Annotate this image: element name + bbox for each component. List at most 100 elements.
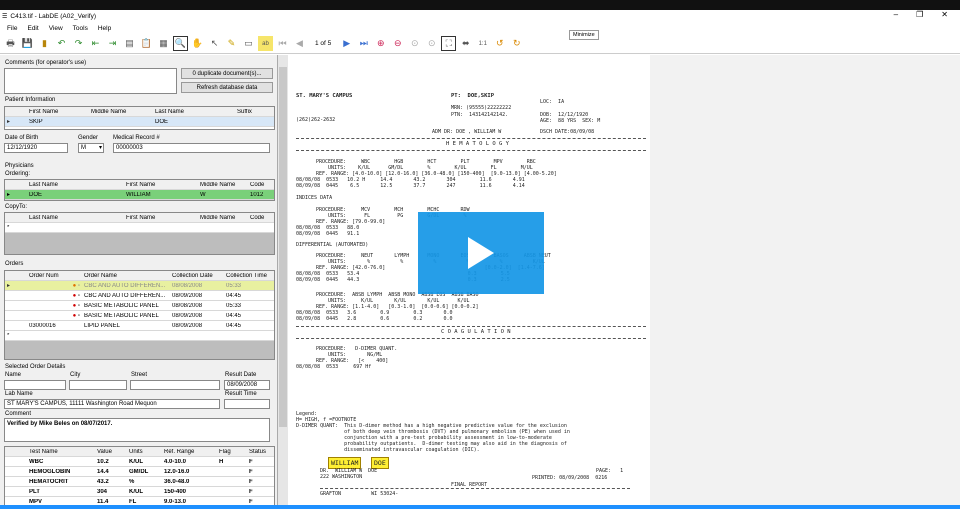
fit-page-icon[interactable]: ⛶ bbox=[441, 36, 457, 51]
print-icon[interactable]: 🖶 bbox=[3, 36, 18, 51]
patient-row[interactable]: ▸ SKIP DOE bbox=[5, 117, 274, 127]
order-date[interactable]: 08/09/2008 bbox=[170, 293, 224, 299]
phys-code[interactable]: 1012 bbox=[248, 192, 274, 198]
pan-hand-icon[interactable]: ✋ bbox=[190, 36, 205, 51]
order-date[interactable]: 08/08/2008 bbox=[170, 283, 224, 289]
menu-file[interactable]: File bbox=[7, 25, 17, 32]
test-units[interactable]: % bbox=[127, 479, 162, 485]
minimize-button[interactable]: – bbox=[894, 10, 898, 19]
order-name[interactable]: CBC AND AUTO DIFFEREN... bbox=[82, 293, 170, 299]
highlight-pen-icon[interactable]: ✎ bbox=[224, 36, 239, 51]
clipboard-icon[interactable]: 📋 bbox=[139, 36, 154, 51]
actual-size-icon[interactable]: 1:1 bbox=[475, 36, 490, 51]
document-icon[interactable]: ▤ bbox=[122, 36, 137, 51]
order-new-row[interactable]: * bbox=[5, 331, 274, 341]
zoom-window-icon[interactable]: 🔍 bbox=[173, 36, 188, 51]
patient-first-name[interactable]: SKIP bbox=[27, 119, 89, 125]
test-name[interactable]: HEMOGLOBIN bbox=[27, 469, 95, 475]
test-value[interactable]: 304 bbox=[95, 489, 127, 495]
phys-first[interactable]: WILLIAM bbox=[124, 192, 198, 198]
city-field[interactable] bbox=[69, 380, 127, 390]
next-invalid-icon[interactable]: ⇥ bbox=[105, 36, 120, 51]
test-units[interactable]: K/UL bbox=[127, 489, 162, 495]
gender-select[interactable]: M ▾ bbox=[78, 143, 104, 153]
next-page-icon[interactable]: ▶ bbox=[339, 36, 354, 51]
test-range[interactable]: 9.0-13.0 bbox=[162, 499, 217, 505]
test-row[interactable]: HEMOGLOBIN 14.4 GM/DL 12.0-16.0 F bbox=[5, 467, 274, 477]
refresh-database-button[interactable]: Refresh database data bbox=[181, 82, 273, 93]
dob-field[interactable]: 12/12/1920 bbox=[4, 143, 68, 153]
menu-edit[interactable]: Edit bbox=[27, 25, 38, 32]
rotate-left-icon[interactable]: ↺ bbox=[492, 36, 507, 51]
last-page-icon[interactable]: ⏭ bbox=[356, 36, 371, 51]
zoom-in-icon[interactable]: ⊕ bbox=[373, 36, 388, 51]
test-status[interactable]: F bbox=[247, 459, 274, 465]
mrn-field[interactable]: 00000003 bbox=[113, 143, 270, 153]
scrollbar-thumb[interactable] bbox=[279, 67, 287, 427]
test-range[interactable]: 12.0-16.0 bbox=[162, 469, 217, 475]
test-range[interactable]: 36.0-48.0 bbox=[162, 479, 217, 485]
order-row[interactable]: ● ▫ BASIC METABOLIC PANEL 08/08/2008 05:… bbox=[5, 301, 274, 311]
patient-last-name[interactable]: DOE bbox=[153, 119, 235, 125]
zoom-out-icon[interactable]: ⊖ bbox=[390, 36, 405, 51]
duplicate-documents-button[interactable]: 0 duplicate document(s)... bbox=[181, 68, 273, 79]
test-status[interactable]: F bbox=[247, 489, 274, 495]
test-name[interactable]: MPV bbox=[27, 499, 95, 505]
left-pane-scrollbar[interactable] bbox=[278, 55, 288, 509]
tag-icon[interactable]: ▮ bbox=[37, 36, 52, 51]
zoom-next-icon[interactable]: ⊙ bbox=[424, 36, 439, 51]
order-date[interactable]: 08/09/2008 bbox=[170, 313, 224, 319]
street-field[interactable] bbox=[130, 380, 220, 390]
test-range[interactable]: 150-400 bbox=[162, 489, 217, 495]
rotate-right-icon[interactable]: ↻ bbox=[509, 36, 524, 51]
rectangle-icon[interactable]: ▭ bbox=[241, 36, 256, 51]
order-time[interactable]: 04:45 bbox=[224, 323, 274, 329]
first-page-icon[interactable]: ⏮ bbox=[275, 36, 290, 51]
menu-help[interactable]: Help bbox=[98, 25, 111, 32]
order-name[interactable]: LIPID PANEL bbox=[82, 323, 170, 329]
test-status[interactable]: F bbox=[247, 499, 274, 505]
test-units[interactable]: GM/DL bbox=[127, 469, 162, 475]
order-row[interactable]: 03000016 LIPID PANEL 08/09/2008 04:45 bbox=[5, 321, 274, 331]
redo-icon[interactable]: ↷ bbox=[71, 36, 86, 51]
undo-icon[interactable]: ↶ bbox=[54, 36, 69, 51]
test-units[interactable]: K/UL bbox=[127, 459, 162, 465]
test-range[interactable]: 4.0-10.0 bbox=[162, 459, 217, 465]
save-icon[interactable]: 💾 bbox=[20, 36, 35, 51]
result-time-field[interactable] bbox=[224, 399, 270, 409]
test-row[interactable]: WBC 10.2 K/UL 4.0-10.0 H F bbox=[5, 457, 274, 467]
order-name[interactable]: CBC AND AUTO DIFFEREN... bbox=[82, 283, 170, 289]
test-status[interactable]: F bbox=[247, 469, 274, 475]
test-units[interactable]: FL bbox=[127, 499, 162, 505]
order-date[interactable]: 08/09/2008 bbox=[170, 323, 224, 329]
restore-button[interactable]: ❐ bbox=[916, 10, 923, 19]
phys-last[interactable]: DOE bbox=[27, 192, 124, 198]
fit-width-icon[interactable]: ⬌ bbox=[458, 36, 473, 51]
select-region-icon[interactable]: ▦ bbox=[156, 36, 171, 51]
test-name[interactable]: PLT bbox=[27, 489, 95, 495]
test-status[interactable]: F bbox=[247, 479, 274, 485]
test-value[interactable]: 14.4 bbox=[95, 469, 127, 475]
order-row[interactable]: ● ▫ BASIC METABOLIC PANEL 08/09/2008 04:… bbox=[5, 311, 274, 321]
test-value[interactable]: 11.4 bbox=[95, 499, 127, 505]
order-time[interactable]: 04:45 bbox=[224, 313, 274, 319]
close-button[interactable]: ✕ bbox=[941, 10, 948, 19]
phys-middle[interactable]: W bbox=[198, 192, 248, 198]
pointer-icon[interactable]: ↖ bbox=[207, 36, 222, 51]
order-row[interactable]: ▸ ● ▫ CBC AND AUTO DIFFEREN... 08/08/200… bbox=[5, 281, 274, 291]
order-time[interactable]: 05:33 bbox=[224, 303, 274, 309]
menu-tools[interactable]: Tools bbox=[73, 25, 88, 32]
menu-view[interactable]: View bbox=[49, 25, 63, 32]
order-time[interactable]: 05:33 bbox=[224, 283, 274, 289]
result-date-field[interactable]: 08/09/2008 bbox=[224, 380, 270, 390]
comments-input[interactable] bbox=[4, 68, 177, 94]
test-row[interactable]: HEMATOCRIT 43.2% 36.0-48.0 F bbox=[5, 477, 274, 487]
video-play-button[interactable] bbox=[418, 212, 544, 294]
test-name[interactable]: WBC bbox=[27, 459, 95, 465]
lab-name-field[interactable] bbox=[4, 380, 66, 390]
test-value[interactable]: 43.2 bbox=[95, 479, 127, 485]
test-flag[interactable]: H bbox=[217, 459, 247, 465]
test-value[interactable]: 10.2 bbox=[95, 459, 127, 465]
zoom-prev-icon[interactable]: ⊙ bbox=[407, 36, 422, 51]
order-row[interactable]: ● ▫ CBC AND AUTO DIFFEREN... 08/09/2008 … bbox=[5, 291, 274, 301]
